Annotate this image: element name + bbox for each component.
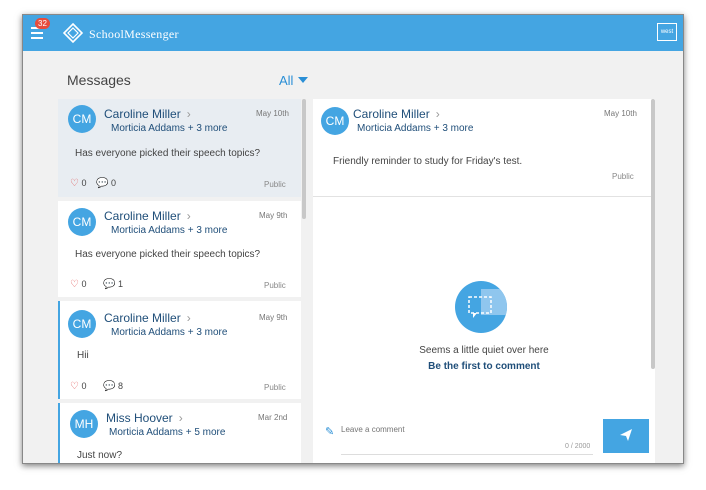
- comment-icon: 💬: [96, 178, 109, 189]
- message-preview: Just now?: [77, 450, 123, 461]
- chevron-right-icon: ›: [178, 411, 183, 425]
- visibility-label: Public: [264, 383, 286, 392]
- avatar: CM: [68, 208, 96, 236]
- schoolmessenger-logo-icon: [63, 23, 83, 43]
- recipients: Morticia Addams + 3 more: [111, 123, 228, 134]
- empty-state-message: Seems a little quiet over here: [419, 345, 549, 356]
- messages-heading: Messages: [67, 72, 131, 88]
- likes[interactable]: ♡ 0: [70, 279, 87, 290]
- paperclip-icon[interactable]: ✎: [325, 425, 334, 438]
- detail-scrollbar[interactable]: [651, 99, 655, 369]
- comments[interactable]: 💬 0: [96, 178, 116, 189]
- recipients: Morticia Addams + 3 more: [111, 225, 228, 236]
- avatar: CM: [68, 310, 96, 338]
- empty-state-cta: Be the first to comment: [428, 361, 540, 372]
- avatar: MH: [70, 410, 98, 438]
- heart-icon: ♡: [70, 178, 79, 189]
- chevron-right-icon: ›: [435, 107, 440, 121]
- recipients: Morticia Addams + 5 more: [109, 427, 226, 438]
- message-date: Mar 2nd: [258, 413, 288, 422]
- chevron-right-icon: ›: [186, 107, 191, 121]
- avatar: CM: [321, 107, 349, 135]
- heart-icon: ♡: [70, 279, 79, 290]
- likes[interactable]: ♡ 0: [70, 178, 87, 189]
- sender-name[interactable]: Miss Hoover ›: [106, 411, 183, 425]
- chevron-right-icon: ›: [186, 209, 191, 223]
- message-date: May 9th: [259, 313, 288, 322]
- message-card[interactable]: MH Miss Hoover › Morticia Addams + 5 more…: [58, 403, 301, 463]
- list-scrollbar[interactable]: [302, 99, 306, 219]
- detail-sender-name[interactable]: Caroline Miller ›: [353, 107, 440, 121]
- send-button[interactable]: [603, 419, 649, 453]
- message-preview: Has everyone picked their speech topics?: [75, 249, 261, 260]
- likes[interactable]: ♡ 0: [70, 381, 87, 392]
- visibility-label: Public: [264, 180, 286, 189]
- comment-icon: 💬: [103, 279, 116, 290]
- filter-label: All: [279, 73, 294, 88]
- comment-icon: 💬: [103, 381, 116, 392]
- app-logo-text: SchoolMessenger: [89, 27, 179, 41]
- message-list: CM Caroline Miller › Morticia Addams + 3 …: [58, 99, 301, 463]
- caret-down-icon: [298, 77, 309, 83]
- empty-comments-illustration-icon: [455, 281, 507, 333]
- message-preview: Hii: [77, 350, 89, 361]
- user-menu-button[interactable]: west: [657, 23, 677, 41]
- comments[interactable]: 💬 1: [103, 279, 123, 290]
- app-window: 32 SchoolMessenger west Messages All CM …: [22, 14, 684, 464]
- message-date: May 9th: [259, 211, 288, 220]
- notification-badge[interactable]: 32: [35, 18, 50, 29]
- heart-icon: ♡: [70, 381, 79, 392]
- detail-date: May 10th: [604, 109, 637, 118]
- comment-input[interactable]: [341, 419, 593, 455]
- detail-message-body: Friendly reminder to study for Friday's …: [333, 156, 523, 167]
- sender-name[interactable]: Caroline Miller ›: [104, 209, 191, 223]
- recipients: Morticia Addams + 3 more: [111, 327, 228, 338]
- detail-recipients: Morticia Addams + 3 more: [357, 123, 474, 134]
- visibility-label: Public: [264, 281, 286, 290]
- sender-name[interactable]: Caroline Miller ›: [104, 311, 191, 325]
- top-bar: 32 SchoolMessenger west: [23, 15, 683, 51]
- comment-composer: ✎ 0 / 2000: [313, 415, 655, 461]
- chevron-right-icon: ›: [186, 311, 191, 325]
- message-filter-dropdown[interactable]: All: [279, 73, 309, 88]
- message-card[interactable]: CM Caroline Miller › Morticia Addams + 3 …: [58, 99, 301, 197]
- message-preview: Has everyone picked their speech topics?: [75, 148, 261, 159]
- message-date: May 10th: [256, 109, 289, 118]
- comments[interactable]: 💬 8: [103, 381, 123, 392]
- message-card[interactable]: CM Caroline Miller › Morticia Addams + 3 …: [58, 201, 301, 297]
- avatar: CM: [68, 105, 96, 133]
- detail-header: CM Caroline Miller › Morticia Addams + 3 …: [313, 99, 655, 197]
- detail-visibility-label: Public: [612, 172, 634, 181]
- sender-name[interactable]: Caroline Miller ›: [104, 107, 191, 121]
- message-card[interactable]: CM Caroline Miller › Morticia Addams + 3 …: [58, 301, 301, 399]
- send-icon: [620, 428, 632, 441]
- character-counter: 0 / 2000: [565, 443, 591, 450]
- message-detail-panel: CM Caroline Miller › Morticia Addams + 3 …: [313, 99, 655, 463]
